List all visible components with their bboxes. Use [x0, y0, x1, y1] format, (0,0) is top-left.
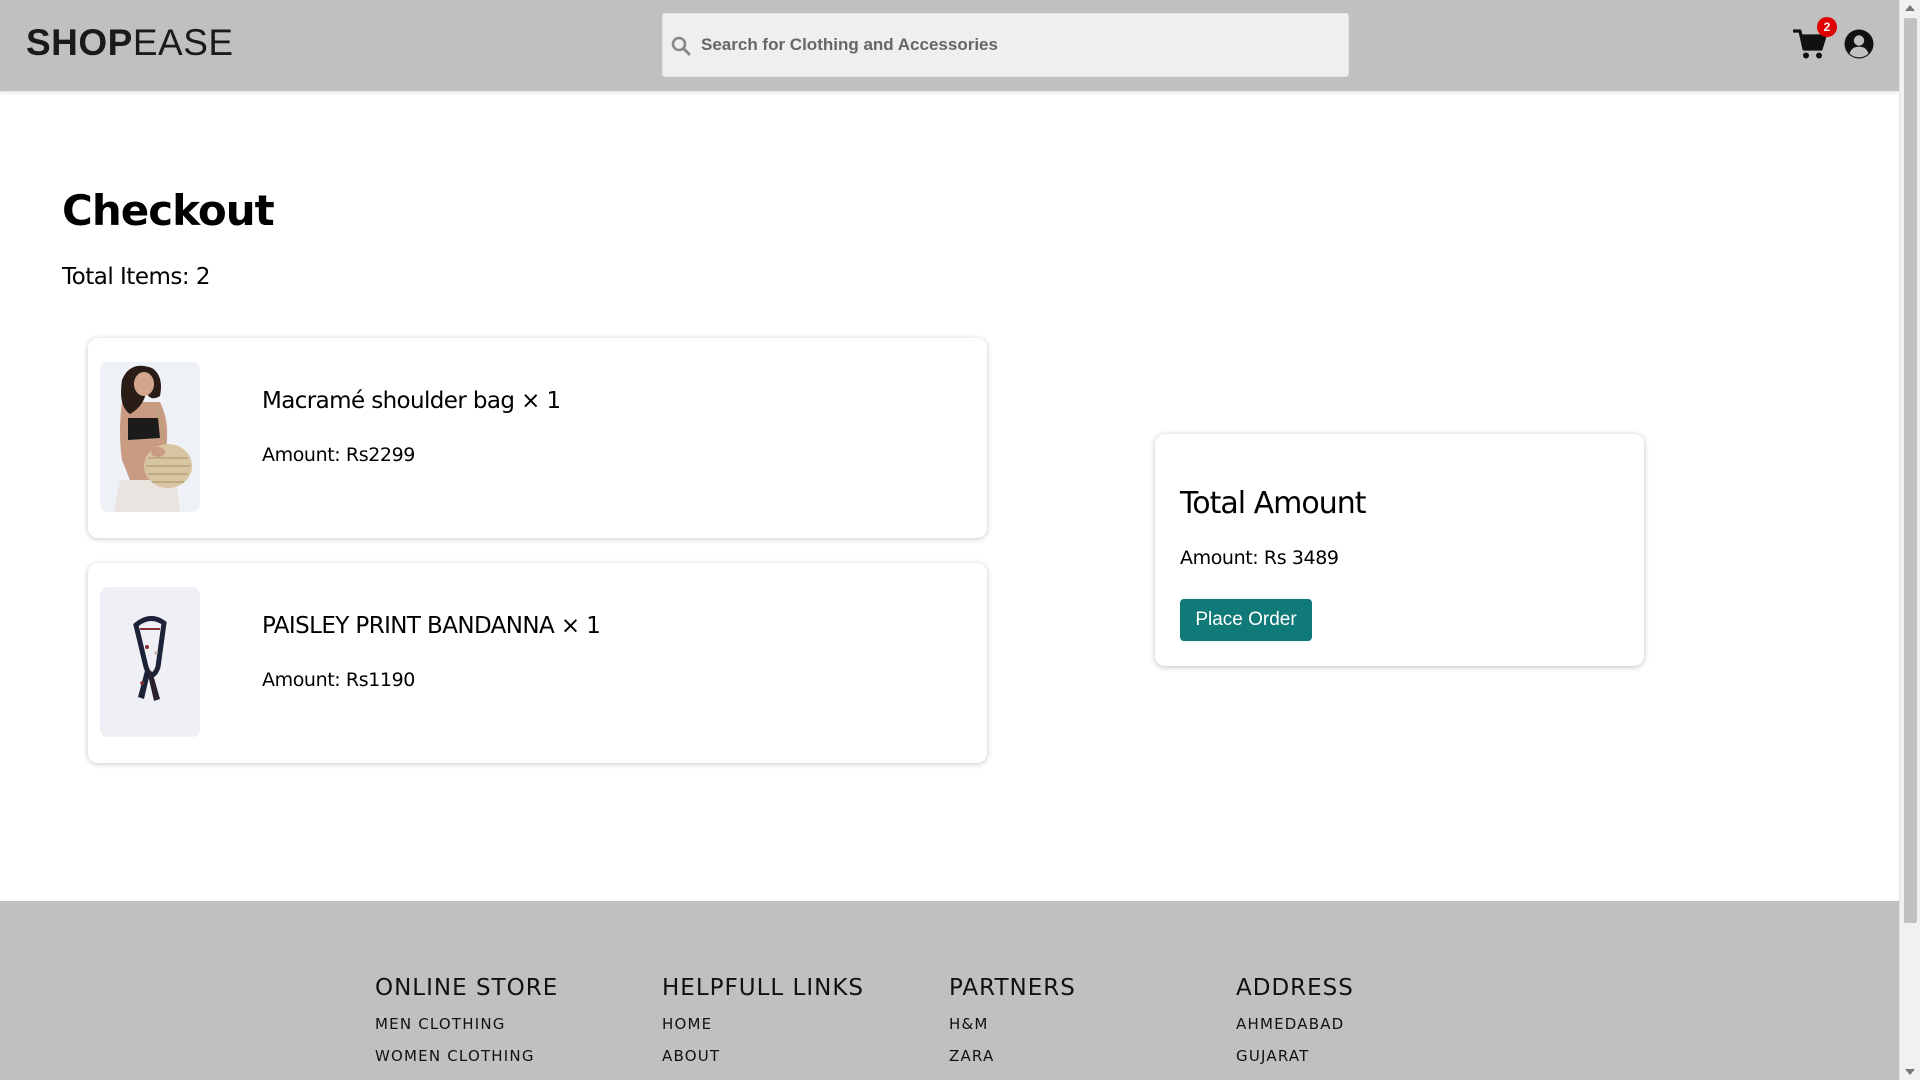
logo-bold-text: SHOP: [26, 22, 133, 63]
product-image-bandanna[interactable]: [100, 587, 200, 737]
footer-link-zara[interactable]: ZARA: [949, 1047, 1076, 1065]
summary-title: Total Amount: [1180, 486, 1366, 521]
footer-link-men-clothing[interactable]: MEN CLOTHING: [375, 1015, 558, 1033]
search-bar[interactable]: [662, 13, 1349, 77]
footer-link-women-clothing[interactable]: WOMEN CLOTHING: [375, 1047, 558, 1065]
item-amount: Amount: Rs2299: [262, 444, 415, 466]
cart-count-badge: 2: [1817, 17, 1837, 37]
footer-heading: ADDRESS: [1236, 975, 1354, 1001]
top-navbar: SHOPEASE 2: [0, 0, 1899, 91]
footer-address-city: AHMEDABAD: [1236, 1015, 1345, 1033]
site-footer: ONLINE STORE MEN CLOTHING WOMEN CLOTHING…: [0, 901, 1899, 1080]
footer-heading: PARTNERS: [949, 975, 1076, 1001]
footer-link-about[interactable]: ABOUT: [662, 1047, 864, 1065]
vertical-scrollbar[interactable]: [1899, 0, 1920, 1080]
footer-column-address: ADDRESS AHMEDABAD GUJARAT: [1236, 975, 1354, 1079]
footer-address-state: GUJARAT: [1236, 1047, 1310, 1065]
footer-link-hm[interactable]: H&M: [949, 1015, 1076, 1033]
search-icon: [671, 36, 691, 56]
order-summary-card: Total Amount Amount: Rs 3489 Place Order: [1155, 434, 1644, 666]
logo-light-text: EASE: [132, 22, 234, 63]
item-name: PAISLEY PRINT BANDANNA × 1: [262, 613, 601, 639]
user-account-icon[interactable]: [1844, 29, 1874, 59]
footer-column-online-store: ONLINE STORE MEN CLOTHING WOMEN CLOTHING: [375, 975, 558, 1079]
scroll-down-arrow-icon[interactable]: [1905, 1069, 1915, 1075]
scroll-up-arrow-icon[interactable]: [1905, 5, 1915, 11]
summary-total-amount: Amount: Rs 3489: [1180, 547, 1339, 569]
cart-item-card: PAISLEY PRINT BANDANNA × 1 Amount: Rs119…: [88, 563, 987, 763]
total-items-count: Total Items: 2: [62, 264, 211, 290]
site-logo[interactable]: SHOPEASE: [26, 22, 234, 64]
cart-item-card: Macramé shoulder bag × 1 Amount: Rs2299: [88, 338, 987, 538]
search-input[interactable]: [701, 14, 1341, 76]
item-name: Macramé shoulder bag × 1: [262, 388, 561, 414]
footer-column-helpful-links: HELPFULL LINKS HOME ABOUT: [662, 975, 864, 1079]
page-title: Checkout: [62, 186, 275, 235]
place-order-button[interactable]: Place Order: [1180, 599, 1312, 641]
footer-link-home[interactable]: HOME: [662, 1015, 864, 1033]
item-amount: Amount: Rs1190: [262, 669, 415, 691]
footer-heading: ONLINE STORE: [375, 975, 559, 1001]
scrollbar-thumb[interactable]: [1904, 18, 1917, 923]
footer-column-partners: PARTNERS H&M ZARA: [949, 975, 1076, 1079]
footer-heading: HELPFULL LINKS: [662, 975, 864, 1001]
product-image-macrame-bag[interactable]: [100, 362, 200, 512]
